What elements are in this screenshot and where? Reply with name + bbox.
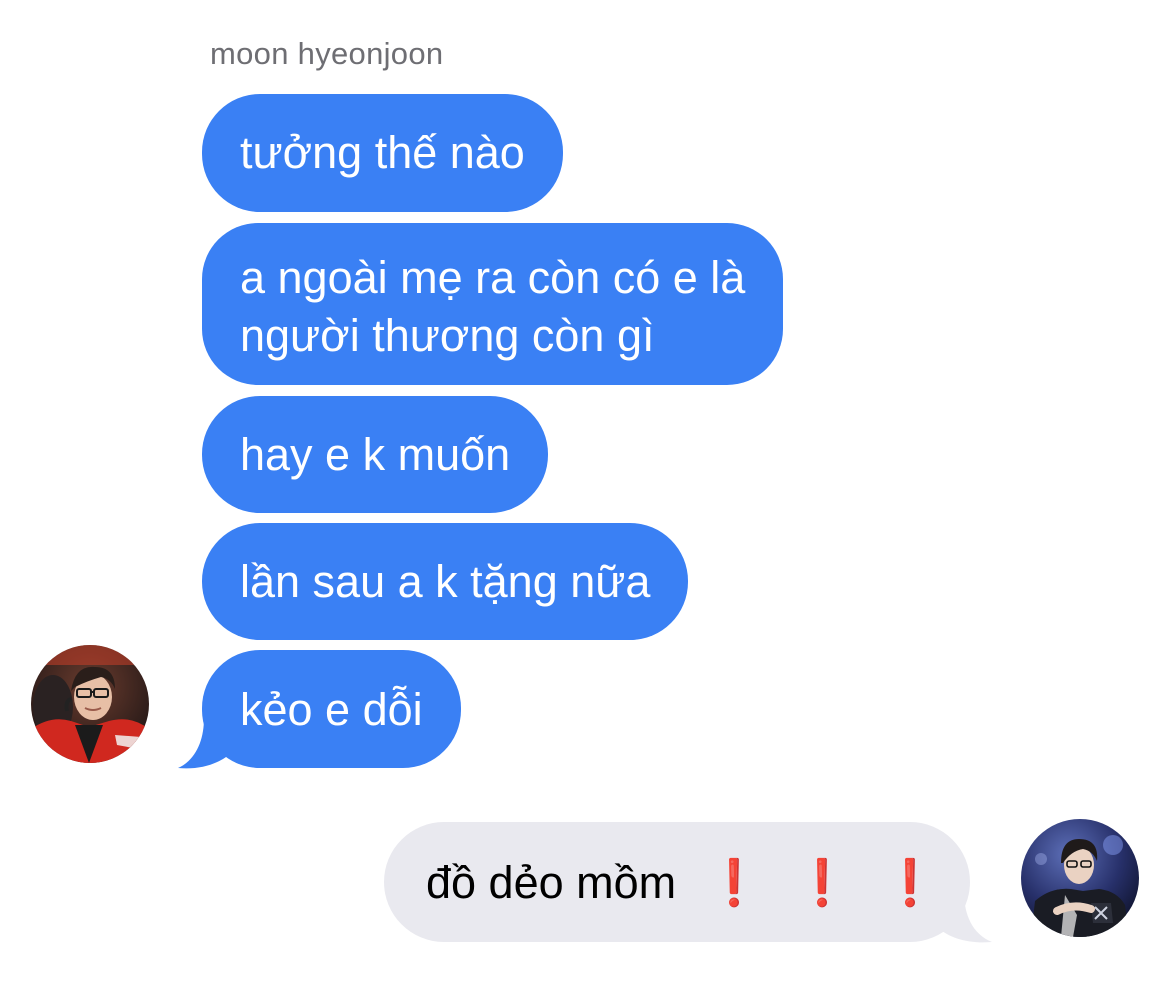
exclamation-emoji: ❗	[794, 857, 851, 908]
message-text: đồ dẻo mồm	[426, 857, 677, 908]
message-text: tưởng thế nào	[240, 127, 525, 178]
user-avatar-image	[1021, 819, 1139, 937]
sender-name: moon hyeonjoon	[210, 36, 444, 71]
incoming-message-bubble[interactable]: lần sau a k tặng nữa	[202, 523, 689, 640]
exclamation-emoji: ❗	[882, 857, 939, 908]
user-avatar[interactable]	[1021, 819, 1139, 937]
message-text: hay e k muốn	[240, 429, 511, 480]
message-text-line: a ngoài mẹ ra còn có e là	[240, 252, 746, 303]
incoming-message-bubble[interactable]: a ngoài mẹ ra còn có e là người thương c…	[202, 223, 784, 385]
incoming-message-bubble[interactable]: kẻo e dỗi	[202, 650, 461, 768]
incoming-message-bubble[interactable]: hay e k muốn	[202, 396, 549, 513]
exclamation-emoji: ❗	[706, 857, 763, 908]
incoming-message-bubble[interactable]: tưởng thế nào	[202, 94, 563, 212]
contact-avatar-image	[31, 645, 149, 763]
outgoing-message-bubble[interactable]: đồ dẻo mồm ❗ ❗ ❗	[384, 822, 970, 942]
message-text: kẻo e dỗi	[240, 684, 423, 735]
message-text: lần sau a k tặng nữa	[240, 556, 651, 607]
contact-avatar[interactable]	[31, 645, 149, 763]
message-text-line: người thương còn gì	[240, 310, 655, 361]
